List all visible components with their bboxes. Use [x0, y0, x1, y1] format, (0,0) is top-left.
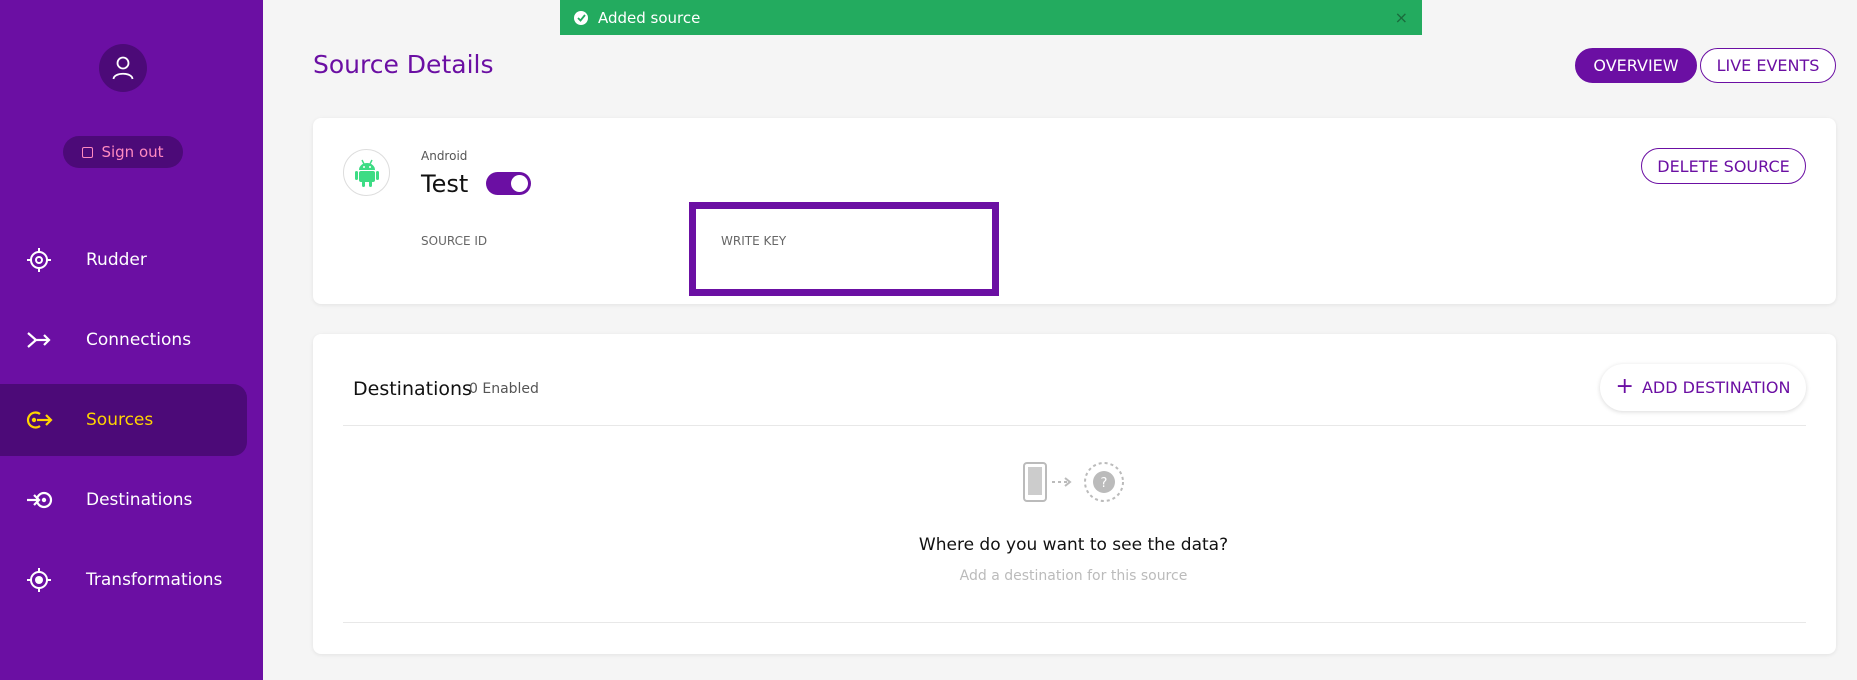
sidebar-item-label: Sources [86, 410, 154, 430]
source-enabled-toggle[interactable] [486, 172, 531, 195]
delete-source-button[interactable]: DELETE SOURCE [1641, 148, 1806, 184]
toast-message: Added source [598, 8, 701, 27]
divider [343, 425, 1806, 426]
connections-icon [24, 325, 54, 355]
tab-overview[interactable]: OVERVIEW [1575, 48, 1697, 83]
sidebar-item-label: Connections [86, 330, 192, 350]
enabled-count: 0 Enabled [469, 381, 539, 397]
source-type: Android [421, 149, 468, 163]
user-avatar[interactable] [99, 44, 147, 92]
sources-icon [24, 405, 54, 435]
source-details-card [313, 118, 1836, 304]
close-icon[interactable]: × [1395, 8, 1408, 27]
check-circle-icon [574, 10, 588, 25]
svg-text:?: ? [1101, 476, 1108, 491]
destinations-icon [24, 485, 54, 515]
tab-live-events[interactable]: LIVE EVENTS [1700, 48, 1836, 83]
plus-icon: + [1615, 373, 1634, 399]
empty-title-text: Where do you want to see the data? [918, 535, 1229, 555]
android-icon [354, 159, 379, 187]
source-name: Test [421, 170, 469, 198]
destinations-title: Destinations [353, 378, 472, 400]
rudder-icon [24, 245, 54, 275]
user-icon [112, 56, 134, 80]
sidebar-item-label: Destinations [86, 490, 193, 510]
empty-subtitle-text: Add a destination for this source [959, 568, 1188, 584]
add-destination-label: ADD DESTINATION [1641, 378, 1791, 397]
sign-out-icon [82, 146, 94, 158]
sign-out-label: Sign out [101, 143, 164, 161]
source-id-label: SOURCE ID [421, 234, 488, 248]
sidebar-item-label: Rudder [86, 250, 147, 270]
empty-state-title: Where do you want to see the data? [0, 535, 1857, 555]
sidebar-item-rudder[interactable]: Rudder [0, 224, 247, 296]
sidebar-item-destinations[interactable]: Destinations [0, 464, 247, 536]
write-key-highlight [689, 202, 999, 296]
add-destination-button[interactable]: + ADD DESTINATION [1600, 364, 1806, 411]
toggle-knob [511, 175, 528, 192]
empty-state-subtitle: Add a destination for this source [0, 568, 1857, 584]
sidebar-item-connections[interactable]: Connections [0, 304, 247, 376]
sign-out-button[interactable]: Sign out [63, 136, 183, 168]
source-logo [343, 149, 390, 196]
page-title: Source Details [313, 50, 494, 79]
divider [343, 622, 1806, 623]
success-toast: Added source × [560, 0, 1422, 35]
sidebar-item-sources[interactable]: Sources [0, 384, 247, 456]
phone-to-destination-icon: ? [1023, 462, 1124, 502]
